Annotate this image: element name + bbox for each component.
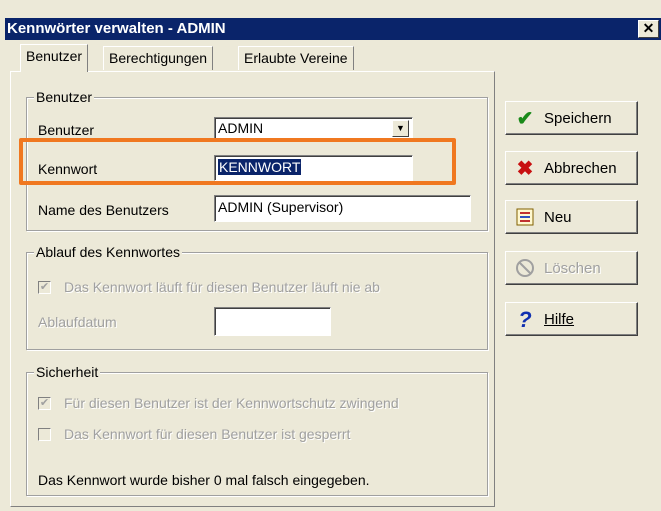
user-select-value: ADMIN [218, 120, 264, 136]
save-button-label: Speichern [544, 110, 612, 127]
x-icon: ✖ [516, 158, 534, 180]
tab-erlaubte-vereine[interactable]: Erlaubte Vereine [238, 46, 354, 70]
prohibited-icon [514, 258, 536, 280]
user-label: Benutzer [38, 122, 95, 138]
highlight-annotation [19, 138, 456, 185]
new-document-icon [514, 207, 536, 229]
help-button[interactable]: ? Hilfe [505, 302, 638, 336]
delete-button-label: Löschen [544, 260, 601, 277]
close-button[interactable]: ✕ [638, 20, 659, 38]
group-security-title: Sicherheit [34, 364, 101, 380]
mandatory-label: Für diesen Benutzer ist der Kennwortschu… [64, 395, 399, 411]
tab-berechtigungen[interactable]: Berechtigungen [103, 46, 214, 70]
window-title: Kennwörter verwalten - ADMIN [7, 20, 226, 37]
locked-label: Das Kennwort für diesen Benutzer ist ges… [64, 426, 351, 442]
name-label: Name des Benutzers [38, 202, 169, 218]
delete-button[interactable]: Löschen [505, 251, 638, 285]
expiry-date-field[interactable] [214, 307, 331, 336]
cancel-button[interactable]: ✖ Abbrechen [505, 151, 638, 185]
question-mark-icon: ? [518, 307, 532, 332]
new-button-label: Neu [544, 209, 572, 226]
dialog-window: Kennwörter verwalten - ADMIN ✕ Benutzer … [0, 0, 661, 511]
help-button-label: Hilfe [544, 311, 575, 328]
group-user-title: Benutzer [34, 89, 95, 105]
wrong-attempts-text: Das Kennwort wurde bisher 0 mal falsch e… [38, 472, 370, 488]
tab-benutzer[interactable]: Benutzer [20, 44, 89, 72]
cancel-button-label: Abbrechen [544, 160, 617, 177]
chevron-down-icon[interactable]: ▼ [392, 120, 409, 137]
never-expires-checkbox[interactable]: ✔ [38, 281, 51, 294]
expiry-date-label: Ablaufdatum [38, 314, 117, 330]
locked-checkbox[interactable] [38, 428, 51, 441]
name-field[interactable]: ADMIN (Supervisor) [214, 195, 471, 222]
save-button[interactable]: ✔ Speichern [505, 101, 638, 135]
never-expires-label: Das Kennwort läuft für diesen Benutzer l… [64, 279, 380, 295]
name-value: ADMIN (Supervisor) [218, 199, 344, 215]
checkmark-icon: ✔ [516, 108, 534, 130]
mandatory-checkbox[interactable]: ✔ [38, 397, 51, 410]
group-expiry-title: Ablauf des Kennwortes [34, 244, 182, 260]
new-button[interactable]: Neu [505, 200, 638, 234]
close-icon: ✕ [642, 20, 655, 36]
